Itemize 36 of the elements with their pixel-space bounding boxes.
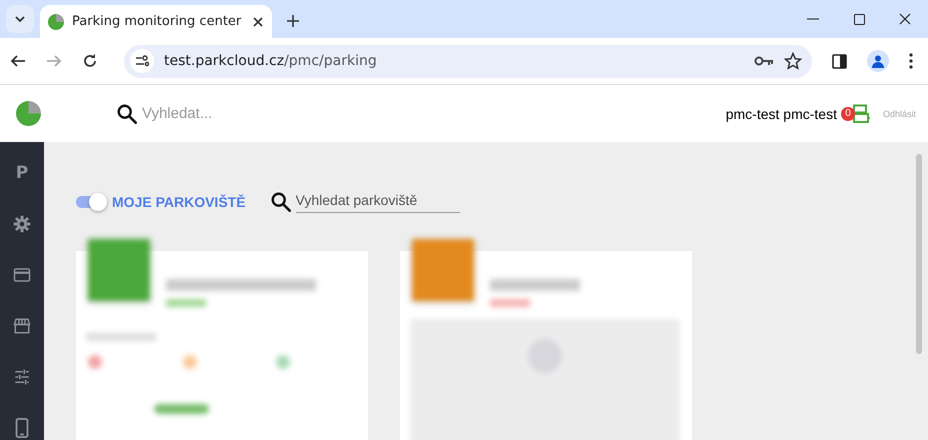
tab-list-button[interactable]	[6, 5, 34, 33]
app-logo[interactable]	[16, 101, 41, 126]
more-menu-icon[interactable]	[909, 53, 913, 69]
close-icon	[899, 13, 911, 25]
maximize-icon	[854, 14, 864, 24]
notification-badge: 0	[840, 106, 855, 120]
key-icon[interactable]	[754, 55, 774, 67]
sliders-icon	[13, 368, 31, 386]
new-tab-button[interactable]	[286, 14, 300, 28]
minimize-icon	[807, 18, 819, 20]
scrollbar[interactable]	[916, 154, 922, 354]
pie-chart-icon	[48, 14, 64, 30]
logout-link[interactable]: Odhlásit	[882, 108, 916, 118]
profile-avatar[interactable]	[867, 50, 889, 72]
settings-icon	[13, 215, 31, 233]
address-bar[interactable]: test.parkcloud.cz/pmc/parking	[124, 44, 812, 78]
parking-nav-item[interactable]: P	[12, 162, 32, 184]
bookmark-star-icon[interactable]	[784, 52, 802, 70]
side-panel-icon[interactable]	[832, 54, 847, 68]
browser-tab[interactable]: Parking monitoring center	[40, 5, 272, 38]
my-parking-toggle[interactable]: MOJE PARKOVIŠTĚ	[76, 194, 246, 210]
url-text: test.parkcloud.cz/pmc/parking	[164, 53, 378, 69]
store-icon	[13, 317, 31, 335]
printer-icon[interactable]	[850, 104, 871, 124]
search-field[interactable]: Vyhledat...	[140, 104, 343, 123]
site-settings-icon[interactable]	[130, 49, 154, 73]
parking-search-field[interactable]: Vyhledat parkoviště	[296, 190, 460, 213]
back-button[interactable]	[10, 53, 26, 69]
user-name: pmc-test pmc-test	[726, 106, 837, 122]
credit-card-icon	[13, 267, 31, 283]
close-tab-button[interactable]	[252, 16, 264, 28]
reload-button[interactable]	[82, 53, 98, 69]
chevron-down-icon	[15, 16, 25, 22]
search-icon	[116, 102, 138, 124]
phone-icon	[15, 418, 29, 438]
search-icon	[270, 190, 292, 212]
